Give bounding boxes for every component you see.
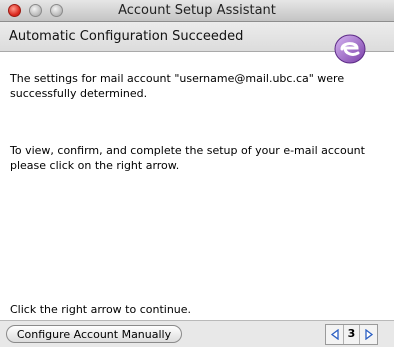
page-number: 3 (347, 327, 356, 340)
continue-instruction: Click the right arrow to continue. (10, 303, 192, 316)
step-title: Automatic Configuration Succeeded (9, 29, 244, 44)
next-step-message: To view, confirm, and complete the setup… (10, 144, 365, 172)
right-arrow-icon (364, 329, 373, 340)
next-page-button[interactable] (359, 325, 377, 344)
window-titlebar: Account Setup Assistant (0, 0, 394, 22)
window-title: Account Setup Assistant (118, 3, 276, 18)
entourage-logo-icon (334, 34, 366, 64)
previous-page-button[interactable] (326, 325, 344, 344)
page-navigator: 3 (325, 324, 378, 345)
configure-account-manually-button[interactable]: Configure Account Manually (6, 325, 182, 343)
footer-bar: Configure Account Manually 3 (0, 320, 394, 347)
success-message: The settings for mail account "username@… (10, 72, 345, 100)
left-arrow-icon (330, 329, 339, 340)
